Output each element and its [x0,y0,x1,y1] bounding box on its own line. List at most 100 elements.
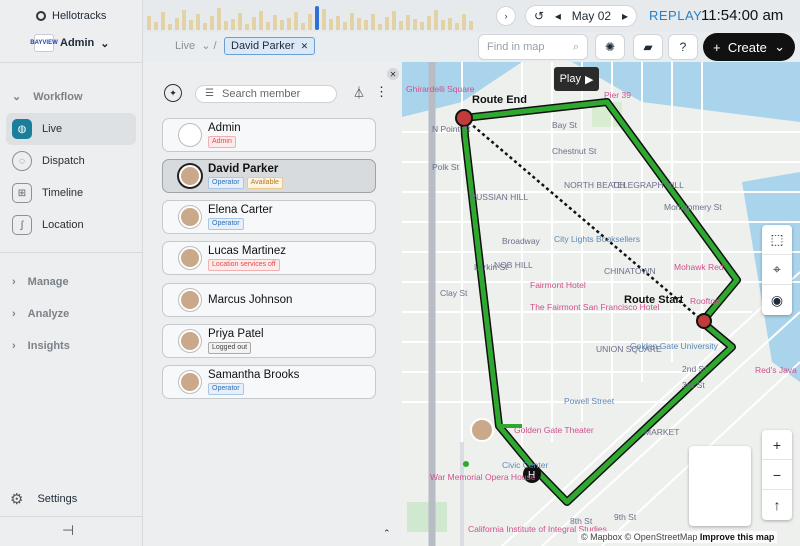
activity-bar [301,23,305,30]
play-label: Play [559,73,581,85]
subbar: Live ⌄ / David Parker ✕ Find in map ⌕ ✺ … [143,32,800,62]
nav-section-workflow[interactable]: ⌄ Workflow [12,90,83,104]
filter-icon[interactable]: ⏃ [353,84,365,101]
route-start-label: Route Start [624,294,684,306]
activity-bar [196,14,200,30]
status-badge: Location services off [208,259,280,271]
map-label: CHINATOWN [604,266,656,276]
activity-bar [252,17,256,30]
play-icon: ▶ [584,73,594,86]
nav-item-timeline[interactable]: ⊞ Timeline [6,177,136,209]
create-button[interactable]: + Create ⌄ [703,33,795,61]
settings-button[interactable]: ⚙ Settings [10,490,77,508]
nav-section-analyze[interactable]: › Analyze [12,308,69,320]
compass-icon[interactable]: ↑ [762,490,792,520]
globe-icon: ◍ [12,119,32,139]
member-avatar-marker[interactable] [470,418,494,442]
help-button[interactable]: ? [668,34,698,60]
nav-section-label: Insights [27,340,70,352]
member-name: Priya Patel [208,328,264,340]
chevron-right-icon[interactable]: ▸ [622,9,628,23]
activity-bar [420,22,424,30]
member-tags: Operator [208,383,299,395]
more-icon[interactable]: ⋮ [375,84,388,100]
member-row[interactable]: Lucas Martinez Location services off [162,241,376,275]
divider [0,62,143,63]
map-label: Clay St [440,288,468,298]
activity-bar [350,13,354,30]
activity-bar [273,15,277,30]
nav-item-location[interactable]: ∫ Location [6,209,136,241]
eye-icon[interactable]: ◉ [762,285,792,315]
member-row[interactable]: Marcus Johnson [162,283,376,317]
activity-bar [322,9,326,30]
search-placeholder: Search member [222,88,301,100]
lasso-select-icon[interactable]: ⌖ [762,255,792,285]
timeline-next-button[interactable]: › [496,6,516,26]
box-select-icon[interactable]: ⬚ [762,225,792,255]
nav-section-manage[interactable]: › Manage [12,276,69,288]
close-icon[interactable]: ✕ [387,68,399,80]
chevron-left-icon[interactable]: ◂ [555,9,561,23]
member-tags: Operator [208,218,273,230]
close-icon[interactable]: ✕ [301,41,309,52]
activity-bar [329,19,333,30]
search-member-input[interactable]: ☰ Search member [195,85,337,103]
route-start-marker[interactable] [696,313,712,329]
chevron-up-icon[interactable]: ⌃ [383,528,391,539]
selected-member-chip[interactable]: David Parker ✕ [224,37,316,55]
sparkle-icon: ✺ [604,40,616,54]
member-row[interactable]: David Parker Operator Available [162,159,376,193]
date-picker[interactable]: ↺ ◂ May 02 ▸ [525,5,637,27]
globe-icon[interactable]: ✦ [164,84,182,102]
map-label: City Lights Booksellers [554,234,640,244]
nav-section-insights[interactable]: › Insights [12,340,70,352]
nav-item-live[interactable]: ◍ Live [6,113,136,145]
replay-label[interactable]: REPLAY [649,8,702,23]
status-badge: Operator [208,177,244,189]
member-row[interactable]: Admin Admin [162,118,376,152]
member-row[interactable]: Samantha Brooks Operator [162,365,376,399]
activity-bar [245,24,249,30]
chevron-down-icon: ⌄ / [201,40,217,52]
mapbox-link[interactable]: © Mapbox [581,532,622,542]
timeline-strip[interactable] [143,0,493,32]
member-name: Lucas Martinez [208,245,286,257]
activity-bar [280,20,284,30]
route-end-label: Route End [472,94,527,106]
nav-item-label: Timeline [42,187,84,199]
map-label: N Point St [432,124,471,134]
play-button[interactable]: Play ▶ [554,67,599,91]
zoom-in-icon[interactable]: + [762,430,792,460]
activity-bar [343,22,347,30]
map-label: Chestnut St [552,146,597,156]
messages-button[interactable]: ▰ [633,34,663,60]
account-switcher[interactable]: BAYVIEW Admin ⌄ [30,34,109,52]
zoom-out-icon[interactable]: − [762,460,792,490]
breadcrumb-live[interactable]: Live [175,40,195,52]
map-label: Polk St [432,162,459,172]
map-label: RUSSIAN HILL [470,192,529,202]
member-row[interactable]: Elena Carter Operator [162,200,376,234]
pin-icon[interactable]: ⊣ [62,522,74,539]
map[interactable]: H Bay St Chestnut St NORTH BEACH TELEGRAPH … [402,62,800,546]
member-row[interactable]: Priya Patel Logged out [162,324,376,358]
activity-bar [189,20,193,30]
chat-icon: ▰ [643,40,653,54]
status-badge: Available [246,177,283,189]
find-in-map-input[interactable]: Find in map ⌕ [478,34,588,60]
timeline-cursor[interactable] [315,6,319,30]
map-label: Pier 39 [604,90,631,100]
settings-label: Settings [37,493,78,505]
osm-link[interactable]: © OpenStreetMap [625,532,698,542]
improve-map-link[interactable]: Improve this map [700,532,775,542]
map-label: Red's Java [755,365,797,375]
activity-bar [154,22,158,30]
minimap-preview[interactable] [689,446,751,526]
ai-button[interactable]: ✺ [595,34,625,60]
status-badge: Admin [208,136,236,148]
filter-lines-icon: ☰ [205,88,214,99]
activity-bar [294,12,298,30]
activity-bar [413,19,417,30]
nav-item-dispatch[interactable]: ◌ Dispatch [6,145,136,177]
